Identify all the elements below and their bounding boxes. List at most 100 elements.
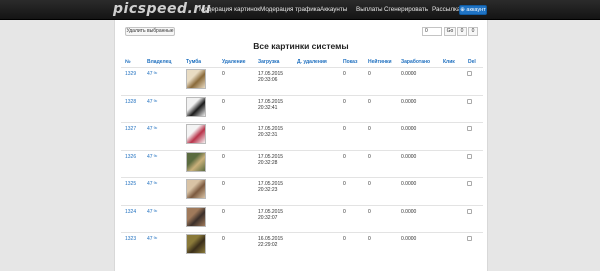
row-select-checkbox[interactable] <box>467 209 472 214</box>
row-earned: 0.0000 <box>401 99 417 105</box>
thumbnail-image[interactable] <box>186 234 206 254</box>
pager-button-prev[interactable]: 0 <box>457 27 467 36</box>
owner-badge: 9с <box>153 236 158 240</box>
owner-link[interactable]: 47 <box>147 154 153 160</box>
thumbnail-image[interactable] <box>186 97 206 117</box>
row-views: 0 <box>343 126 346 132</box>
row-owner[interactable]: 479с <box>147 181 157 187</box>
row-earned: 0.0000 <box>401 181 417 187</box>
column-header-ratings[interactable]: Нейтинки <box>368 59 392 65</box>
row-select-checkbox[interactable] <box>467 154 472 159</box>
row-views: 0 <box>343 154 346 160</box>
owner-link[interactable]: 47 <box>147 236 153 242</box>
row-earned: 0.0000 <box>401 209 417 215</box>
nav-moderation-traffic[interactable]: Модерация трафика <box>260 0 320 20</box>
owner-badge: 9с <box>153 154 158 158</box>
upload-time: 20:33:06 <box>258 77 278 83</box>
row-owner[interactable]: 479с <box>147 236 157 242</box>
delete-selected-button[interactable]: Удалить выбранные <box>125 27 175 36</box>
thumbnail-image[interactable] <box>186 152 206 172</box>
row-owner[interactable]: 479с <box>147 71 157 77</box>
column-header-delete-date[interactable]: Д. удаления <box>297 59 327 65</box>
column-header-del[interactable]: Del <box>468 59 476 65</box>
pager-button-next[interactable]: 0 <box>468 27 478 36</box>
row-deletion: 0 <box>222 126 225 132</box>
upload-time: 20:32:28 <box>258 160 278 166</box>
row-id-link[interactable]: 1323 <box>125 236 136 242</box>
row-views: 0 <box>343 71 346 77</box>
upload-time: 20:32:07 <box>258 215 278 221</box>
page-input[interactable]: 0 <box>422 27 442 36</box>
row-upload-date: 17.05.2015 20:32:07 <box>258 209 283 221</box>
row-deletion: 0 <box>222 154 225 160</box>
row-earned: 0.0000 <box>401 126 417 132</box>
row-divider <box>121 95 483 96</box>
thumbnail-image[interactable] <box>186 69 206 89</box>
row-divider <box>121 205 483 206</box>
row-views: 0 <box>343 181 346 187</box>
nav-accounts[interactable]: Аккаунты <box>320 0 347 20</box>
row-owner[interactable]: 479с <box>147 99 157 105</box>
row-owner[interactable]: 479с <box>147 209 157 215</box>
row-select-checkbox[interactable] <box>467 99 472 104</box>
nav-generate[interactable]: Сгенерировать <box>384 0 428 20</box>
row-select-checkbox[interactable] <box>467 236 472 241</box>
thumbnail-image[interactable] <box>186 179 206 199</box>
owner-badge: 9с <box>153 99 158 103</box>
content-panel: Удалить выбранные 0 Go 0 0 Все картинки … <box>114 20 488 271</box>
go-button[interactable]: Go <box>444 27 456 36</box>
owner-link[interactable]: 47 <box>147 126 153 132</box>
column-header-owner[interactable]: Владелец <box>147 59 172 65</box>
owner-badge: 9с <box>153 126 158 130</box>
row-ratings: 0 <box>368 209 371 215</box>
row-id-link[interactable]: 1325 <box>125 181 136 187</box>
column-header-thumb[interactable]: Тумба <box>186 59 201 65</box>
owner-link[interactable]: 47 <box>147 71 153 77</box>
column-header-earned[interactable]: Заработано <box>401 59 430 65</box>
row-deletion: 0 <box>222 181 225 187</box>
row-divider <box>121 122 483 123</box>
row-earned: 0.0000 <box>401 154 417 160</box>
owner-link[interactable]: 47 <box>147 181 153 187</box>
nav-mailing[interactable]: Рассылка <box>432 0 460 20</box>
row-ratings: 0 <box>368 126 371 132</box>
column-header-clicks[interactable]: Клик <box>443 59 455 65</box>
row-upload-date: 16.05.2015 22:29:02 <box>258 236 283 248</box>
row-owner[interactable]: 479с <box>147 126 157 132</box>
nav-payouts[interactable]: Выплаты <box>356 0 383 20</box>
owner-link[interactable]: 47 <box>147 209 153 215</box>
row-deletion: 0 <box>222 99 225 105</box>
row-id-link[interactable]: 1324 <box>125 209 136 215</box>
thumbnail-image[interactable] <box>186 124 206 144</box>
row-divider <box>121 150 483 151</box>
row-id-link[interactable]: 1328 <box>125 99 136 105</box>
column-header-upload[interactable]: Загрузка <box>258 59 279 65</box>
row-upload-date: 17.05.2015 20:33:06 <box>258 71 283 83</box>
nav-moderation-images[interactable]: Модерация картинок <box>199 0 260 20</box>
row-deletion: 0 <box>222 209 225 215</box>
row-views: 0 <box>343 236 346 242</box>
owner-link[interactable]: 47 <box>147 99 153 105</box>
row-select-checkbox[interactable] <box>467 126 472 131</box>
owner-badge: 9с <box>153 181 158 185</box>
row-views: 0 <box>343 209 346 215</box>
column-header-id[interactable]: № <box>125 59 131 65</box>
column-header-deletion[interactable]: Удаление <box>222 59 246 65</box>
column-header-views[interactable]: Показ <box>343 59 357 65</box>
row-ratings: 0 <box>368 181 371 187</box>
brand-logo[interactable]: picspeed.ru <box>113 1 211 18</box>
row-select-checkbox[interactable] <box>467 181 472 186</box>
row-id-link[interactable]: 1326 <box>125 154 136 160</box>
row-earned: 0.0000 <box>401 236 417 242</box>
upload-time: 22:29:02 <box>258 242 278 248</box>
row-upload-date: 17.05.2015 20:32:31 <box>258 126 283 138</box>
row-id-link[interactable]: 1327 <box>125 126 136 132</box>
row-divider <box>121 177 483 178</box>
row-id-link[interactable]: 1329 <box>125 71 136 77</box>
thumbnail-image[interactable] <box>186 207 206 227</box>
row-owner[interactable]: 479с <box>147 154 157 160</box>
account-button[interactable]: ⊕ аккаунт <box>459 5 487 15</box>
row-ratings: 0 <box>368 236 371 242</box>
row-select-checkbox[interactable] <box>467 71 472 76</box>
row-upload-date: 17.05.2015 20:32:28 <box>258 154 283 166</box>
